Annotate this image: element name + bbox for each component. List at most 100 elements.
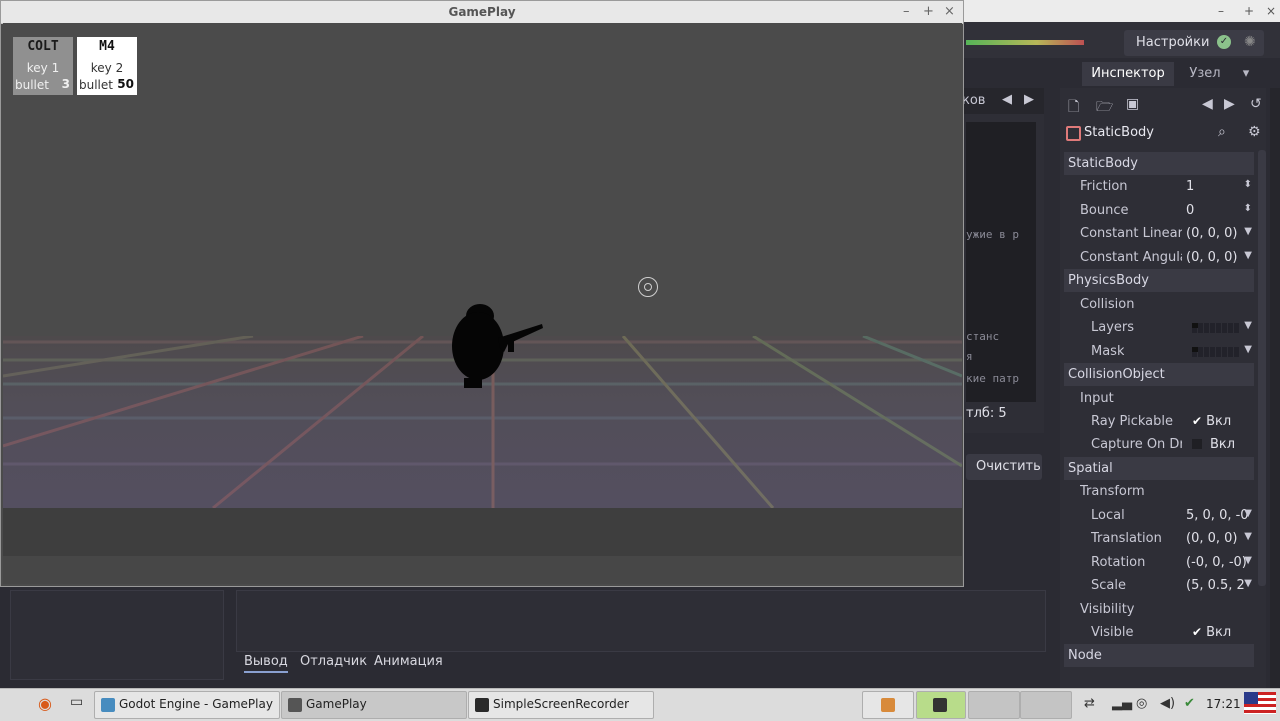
- tab-node[interactable]: Узел: [1176, 62, 1234, 86]
- checkbox-unchecked-icon[interactable]: [1192, 439, 1202, 449]
- inspector-section[interactable]: PhysicsBody: [1064, 269, 1254, 292]
- show-desktop-icon[interactable]: ▭: [70, 694, 83, 710]
- property-value[interactable]: ✔ Вкл: [1192, 414, 1231, 429]
- property-value[interactable]: (0, 0, 0): [1186, 250, 1238, 265]
- property-value[interactable]: Вкл: [1192, 437, 1235, 452]
- inspector-section[interactable]: Node: [1064, 644, 1254, 667]
- inspector-property[interactable]: Capture On Dra Вкл: [1064, 433, 1254, 456]
- history-forward-icon[interactable]: ▶: [1224, 96, 1235, 112]
- arrow-right-icon[interactable]: ▶: [1024, 92, 1034, 107]
- inspector-property[interactable]: Mask ▼: [1064, 340, 1254, 363]
- inspector-property[interactable]: Collision: [1064, 293, 1254, 316]
- taskbar-window-button[interactable]: GamePlay: [281, 691, 467, 719]
- tab-animation[interactable]: Анимация: [374, 654, 443, 669]
- minimize-icon[interactable]: –: [1218, 4, 1224, 18]
- script-editor[interactable]: ужие в р станс я кие патр: [966, 122, 1036, 402]
- taskbar-app-terminal[interactable]: [916, 691, 966, 719]
- inspector-property[interactable]: Transform: [1064, 480, 1254, 503]
- gear-icon[interactable]: ⚙: [1248, 124, 1261, 140]
- taskbar-workspace-2[interactable]: [1020, 691, 1072, 719]
- save-icon[interactable]: ▣: [1126, 96, 1139, 112]
- property-label: Layers: [1091, 320, 1135, 335]
- spinner-arrows-icon[interactable]: ⬍: [1244, 179, 1252, 190]
- checkbox-checked-icon[interactable]: ✔: [1192, 625, 1202, 639]
- keyboard-layout-flag-icon[interactable]: [1244, 692, 1276, 714]
- dropdown-arrow-icon[interactable]: ▼: [1244, 531, 1252, 542]
- property-label: Friction: [1080, 179, 1128, 194]
- bullet-label: bullet: [15, 78, 49, 92]
- property-value[interactable]: 0: [1186, 203, 1194, 218]
- signal-icon[interactable]: ▂▄: [1112, 696, 1132, 711]
- inspector-property[interactable]: Input: [1064, 387, 1254, 410]
- firefox-icon[interactable]: ◉: [38, 694, 52, 713]
- inspector-property[interactable]: Bounce 0 ⬍: [1064, 199, 1254, 222]
- close-icon[interactable]: ×: [944, 4, 955, 19]
- minimize-icon[interactable]: –: [903, 4, 910, 19]
- inspector-property[interactable]: Friction 1 ⬍: [1064, 175, 1254, 198]
- maximize-icon[interactable]: +: [923, 4, 934, 19]
- tab-debugger[interactable]: Отладчик: [300, 654, 367, 669]
- history-back-icon[interactable]: ◀: [1202, 96, 1213, 112]
- property-label: Scale: [1091, 578, 1126, 593]
- dropdown-arrow-icon[interactable]: ▼: [1244, 578, 1252, 589]
- property-value[interactable]: (-0, 0, -0): [1186, 555, 1247, 570]
- dropdown-arrow-icon[interactable]: ▼: [1244, 508, 1252, 519]
- inspector-section[interactable]: CollisionObject: [1064, 363, 1254, 386]
- volume-icon[interactable]: ◀): [1160, 696, 1175, 711]
- layer-bits-grid[interactable]: [1192, 347, 1240, 357]
- inspector-property[interactable]: Constant Angular (0, 0, 0) ▼: [1064, 246, 1254, 269]
- inspector-property[interactable]: Constant Linear V (0, 0, 0) ▼: [1064, 222, 1254, 245]
- tab-menu-icon[interactable]: ▾: [1236, 62, 1256, 86]
- layer-bits-grid[interactable]: [1192, 323, 1240, 333]
- inspector-property[interactable]: Local 5, 0, 0, -0 ▼: [1064, 504, 1254, 527]
- search-icon[interactable]: ⌕: [1218, 124, 1226, 140]
- spinner-arrows-icon[interactable]: ⬍: [1244, 203, 1252, 214]
- network-icon[interactable]: ⇄: [1084, 696, 1095, 711]
- inspector-section[interactable]: StaticBody: [1064, 152, 1254, 175]
- property-value[interactable]: 1: [1186, 179, 1194, 194]
- property-label: Constant Angular: [1080, 250, 1182, 265]
- checkbox-checked-icon[interactable]: ✔: [1192, 414, 1202, 428]
- bullet-count: 3: [61, 77, 70, 91]
- taskbar-workspace-1[interactable]: [968, 691, 1020, 719]
- property-value[interactable]: (0, 0, 0): [1186, 226, 1238, 241]
- property-value[interactable]: (0, 0, 0): [1186, 531, 1238, 546]
- inspector-property[interactable]: Translation (0, 0, 0) ▼: [1064, 527, 1254, 550]
- player-silhouette: [452, 304, 543, 388]
- property-value[interactable]: 5, 0, 0, -0: [1186, 508, 1249, 523]
- arrow-left-icon[interactable]: ◀: [1002, 92, 1012, 107]
- clear-button[interactable]: Очистить: [966, 454, 1042, 480]
- settings-button[interactable]: Настройки ✓ ✺: [1124, 30, 1264, 56]
- inspector-property[interactable]: Rotation (-0, 0, -0) ▼: [1064, 551, 1254, 574]
- update-shield-icon[interactable]: ✔: [1184, 696, 1195, 711]
- dropdown-arrow-icon[interactable]: ▼: [1244, 226, 1252, 237]
- inspector-property[interactable]: Layers ▼: [1064, 316, 1254, 339]
- tab-inspector[interactable]: Инспектор: [1082, 62, 1174, 86]
- property-value[interactable]: ✔ Вкл: [1192, 625, 1231, 640]
- dropdown-arrow-icon[interactable]: ▼: [1244, 250, 1252, 261]
- dropdown-arrow-icon[interactable]: ▼: [1244, 555, 1252, 566]
- taskbar-app-firefox[interactable]: [862, 691, 914, 719]
- game-window-titlebar[interactable]: GamePlay – + ×: [1, 1, 963, 24]
- inspector-property[interactable]: Ray Pickable ✔ Вкл: [1064, 410, 1254, 433]
- inspector-property[interactable]: Scale (5, 0.5, 2 ▼: [1064, 574, 1254, 597]
- property-value[interactable]: (5, 0.5, 2: [1186, 578, 1245, 593]
- new-resource-icon[interactable]: 🗋: [1068, 96, 1079, 120]
- inspector-property[interactable]: Visibility: [1064, 598, 1254, 621]
- dropdown-arrow-icon[interactable]: ▼: [1244, 320, 1252, 331]
- open-folder-icon[interactable]: 🗁: [1096, 96, 1113, 120]
- dropdown-arrow-icon[interactable]: ▼: [1244, 344, 1252, 355]
- inspector-section[interactable]: Spatial: [1064, 457, 1254, 480]
- inspector-scrollbar[interactable]: [1258, 150, 1266, 586]
- inspector-property[interactable]: Visible ✔ Вкл: [1064, 621, 1254, 644]
- clock[interactable]: 17:21: [1206, 697, 1241, 711]
- tab-output[interactable]: Вывод: [244, 654, 288, 673]
- maximize-icon[interactable]: +: [1244, 4, 1254, 18]
- browser-icon[interactable]: ◎: [1136, 696, 1147, 711]
- taskbar-window-button[interactable]: SimpleScreenRecorder: [468, 691, 654, 719]
- close-icon[interactable]: ×: [1266, 4, 1276, 18]
- window-label: Godot Engine - GamePlay - t...: [119, 697, 273, 711]
- window-app-icon: [101, 698, 115, 712]
- history-icon[interactable]: ↺: [1250, 96, 1262, 112]
- taskbar-window-button[interactable]: Godot Engine - GamePlay - t...: [94, 691, 280, 719]
